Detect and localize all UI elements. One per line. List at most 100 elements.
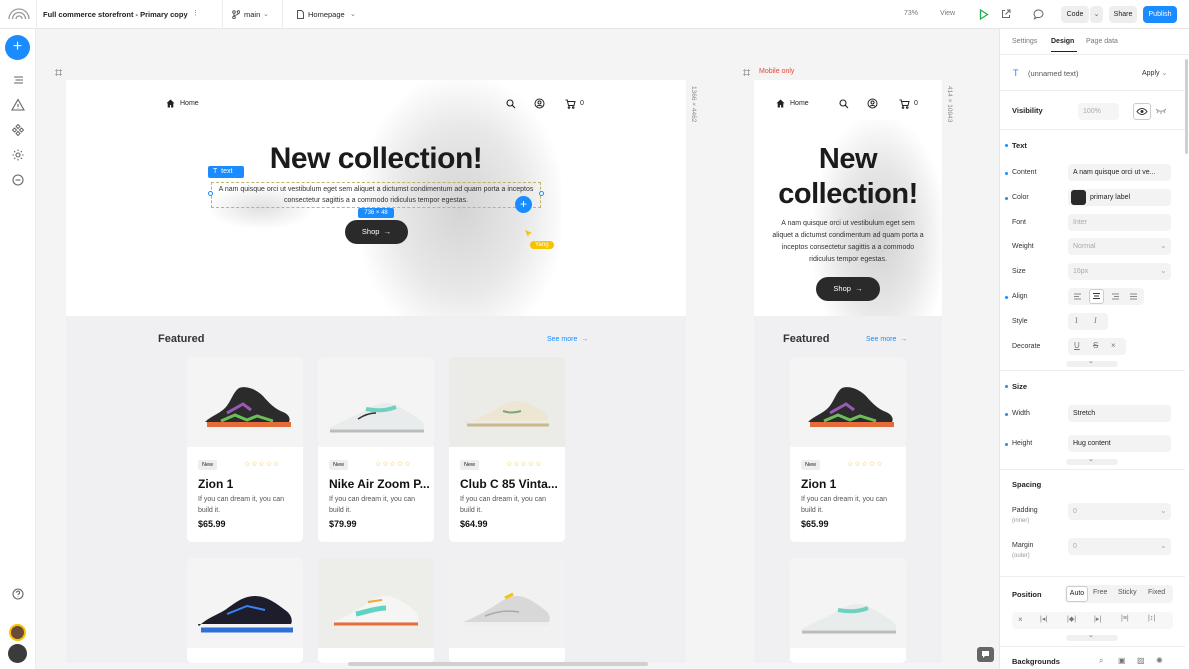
product-card[interactable]: New ☆☆☆☆☆ Nike Air Zoom P... If you can … (318, 357, 434, 542)
product-card[interactable]: New ☆☆☆☆☆ Zion 1 If you can dream it, yo… (790, 357, 906, 542)
page-selector[interactable]: Homepage (308, 10, 345, 19)
avatar[interactable] (8, 644, 27, 663)
product-card[interactable]: New ☆☆☆☆☆ Club C 85 Vinta... If you can … (449, 357, 565, 542)
help-icon[interactable] (10, 586, 26, 602)
product-card[interactable]: New ☆☆☆☆☆ Zion 1 If you can dream it, yo… (187, 357, 303, 542)
align-justify-icon[interactable] (1129, 292, 1138, 301)
underline-icon[interactable]: U (1074, 341, 1080, 350)
align-center-icon[interactable] (1089, 289, 1104, 304)
project-name[interactable]: Full commerce storefront - Primary copy (43, 10, 188, 19)
product-card[interactable] (318, 558, 434, 663)
close-icon[interactable]: × (1018, 615, 1023, 624)
components-icon[interactable] (10, 122, 26, 138)
more-icon[interactable]: ⋮ (192, 9, 199, 17)
gradient-icon[interactable]: ▨ (1137, 656, 1145, 665)
size-select[interactable]: 16px (1068, 263, 1171, 280)
shop-button[interactable]: Shop → (816, 277, 880, 301)
resize-handle[interactable] (539, 191, 544, 196)
tab-design[interactable]: Design (1051, 38, 1074, 45)
align-end-icon[interactable]: |▸| (1094, 615, 1101, 623)
position-fixed-option[interactable]: Fixed (1148, 589, 1165, 596)
hero-title-line-1[interactable]: New (754, 143, 942, 176)
close-icon[interactable]: × (1111, 341, 1116, 350)
resize-handle[interactable] (208, 191, 213, 196)
add-icon[interactable]: + (5, 35, 30, 60)
visibility-opacity-select[interactable]: 100% (1078, 103, 1119, 120)
search-icon[interactable] (839, 99, 849, 109)
align-center-h-icon[interactable]: |◆| (1067, 615, 1076, 623)
product-card[interactable] (449, 558, 565, 663)
element-name[interactable]: (unnamed text) (1028, 69, 1078, 78)
distribute-icon[interactable]: |≡| (1121, 615, 1129, 622)
padding-field[interactable]: 0 (1068, 503, 1171, 520)
frame-handle-icon[interactable] (742, 68, 751, 77)
share-button[interactable]: Share (1109, 6, 1137, 23)
eye-closed-icon[interactable] (1155, 107, 1167, 115)
view-selector[interactable]: View (940, 10, 955, 17)
account-icon[interactable] (534, 98, 545, 109)
product-card[interactable] (790, 558, 906, 663)
code-dropdown-icon[interactable]: ⌄ (1090, 6, 1103, 23)
tab-settings[interactable]: Settings (1012, 38, 1037, 45)
product-image (449, 558, 565, 648)
italic-slanted-icon[interactable]: I (1094, 316, 1097, 325)
external-link-icon[interactable] (1001, 9, 1011, 19)
search-icon[interactable] (506, 99, 516, 109)
italic-icon[interactable]: I (1075, 316, 1078, 325)
strikethrough-icon[interactable]: S (1093, 341, 1098, 350)
width-field[interactable]: Stretch (1068, 405, 1171, 422)
margin-field[interactable]: 0 (1068, 538, 1171, 555)
warning-icon[interactable] (10, 97, 26, 113)
insert-plus-button[interactable]: + (515, 196, 532, 213)
cart-icon[interactable] (565, 99, 576, 109)
gear-icon[interactable] (10, 147, 26, 163)
content-field[interactable]: A nam quisque orci ut ve... (1068, 164, 1171, 181)
minus-circle-icon[interactable] (10, 172, 26, 188)
product-card[interactable] (187, 558, 303, 663)
comment-icon[interactable] (1033, 9, 1044, 20)
color-wheel-icon[interactable]: ✺ (1156, 656, 1163, 665)
frame-handle-icon[interactable] (54, 68, 63, 77)
paint-bucket-icon[interactable]: ⌕ (1099, 656, 1103, 666)
height-field[interactable]: Hug content (1068, 435, 1171, 452)
align-start-icon[interactable]: |◂| (1040, 615, 1047, 623)
nav-home-link[interactable]: Home (790, 100, 809, 107)
see-more-link[interactable]: See more → (547, 336, 588, 343)
stretch-icon[interactable]: |↕| (1148, 615, 1155, 622)
panel-scrollbar[interactable] (1185, 59, 1188, 154)
desktop-frame[interactable]: Home 0 New collection! A nam quisque orc… (66, 80, 686, 663)
eye-icon[interactable] (1133, 103, 1151, 120)
hero-title-line-2[interactable]: collection! (754, 178, 942, 211)
hero-text[interactable]: A nam quisque orci ut vestibulum eget se… (211, 182, 541, 208)
shop-button[interactable]: Shop → (345, 220, 408, 244)
app-logo[interactable] (7, 6, 31, 20)
modified-indicator (1005, 144, 1008, 147)
align-right-icon[interactable] (1111, 292, 1120, 301)
align-left-icon[interactable] (1073, 292, 1082, 301)
play-icon[interactable] (979, 9, 989, 20)
account-icon[interactable] (867, 98, 878, 109)
see-more-link[interactable]: See more → (866, 336, 907, 343)
font-field[interactable]: Inter (1068, 214, 1171, 231)
zoom-selector[interactable]: 73% (904, 10, 918, 17)
color-swatch[interactable] (1071, 190, 1086, 205)
mobile-frame-label: Mobile only (759, 68, 795, 75)
position-free-option[interactable]: Free (1093, 589, 1107, 596)
weight-select[interactable]: Normal (1068, 238, 1171, 255)
hero-text[interactable]: A nam quisque orci ut vestibulum eget se… (770, 218, 926, 266)
layers-icon[interactable] (10, 72, 26, 88)
code-button[interactable]: Code (1061, 6, 1089, 23)
tab-page-data[interactable]: Page data (1086, 38, 1118, 45)
position-auto-option[interactable]: Auto (1066, 586, 1088, 602)
image-icon[interactable]: ▣ (1118, 656, 1126, 665)
nav-home-link[interactable]: Home (180, 100, 199, 107)
branch-selector[interactable]: main (244, 10, 260, 19)
apply-dropdown[interactable]: Apply ⌄ (1142, 69, 1167, 77)
cart-icon[interactable] (899, 99, 910, 109)
position-sticky-option[interactable]: Sticky (1118, 589, 1137, 596)
publish-button[interactable]: Publish (1143, 6, 1177, 23)
mobile-frame[interactable]: Home 0 New collection! A nam quisque orc… (754, 80, 942, 663)
horizontal-scrollbar[interactable] (348, 662, 648, 666)
avatar[interactable] (9, 624, 26, 641)
chat-icon[interactable] (977, 647, 994, 662)
